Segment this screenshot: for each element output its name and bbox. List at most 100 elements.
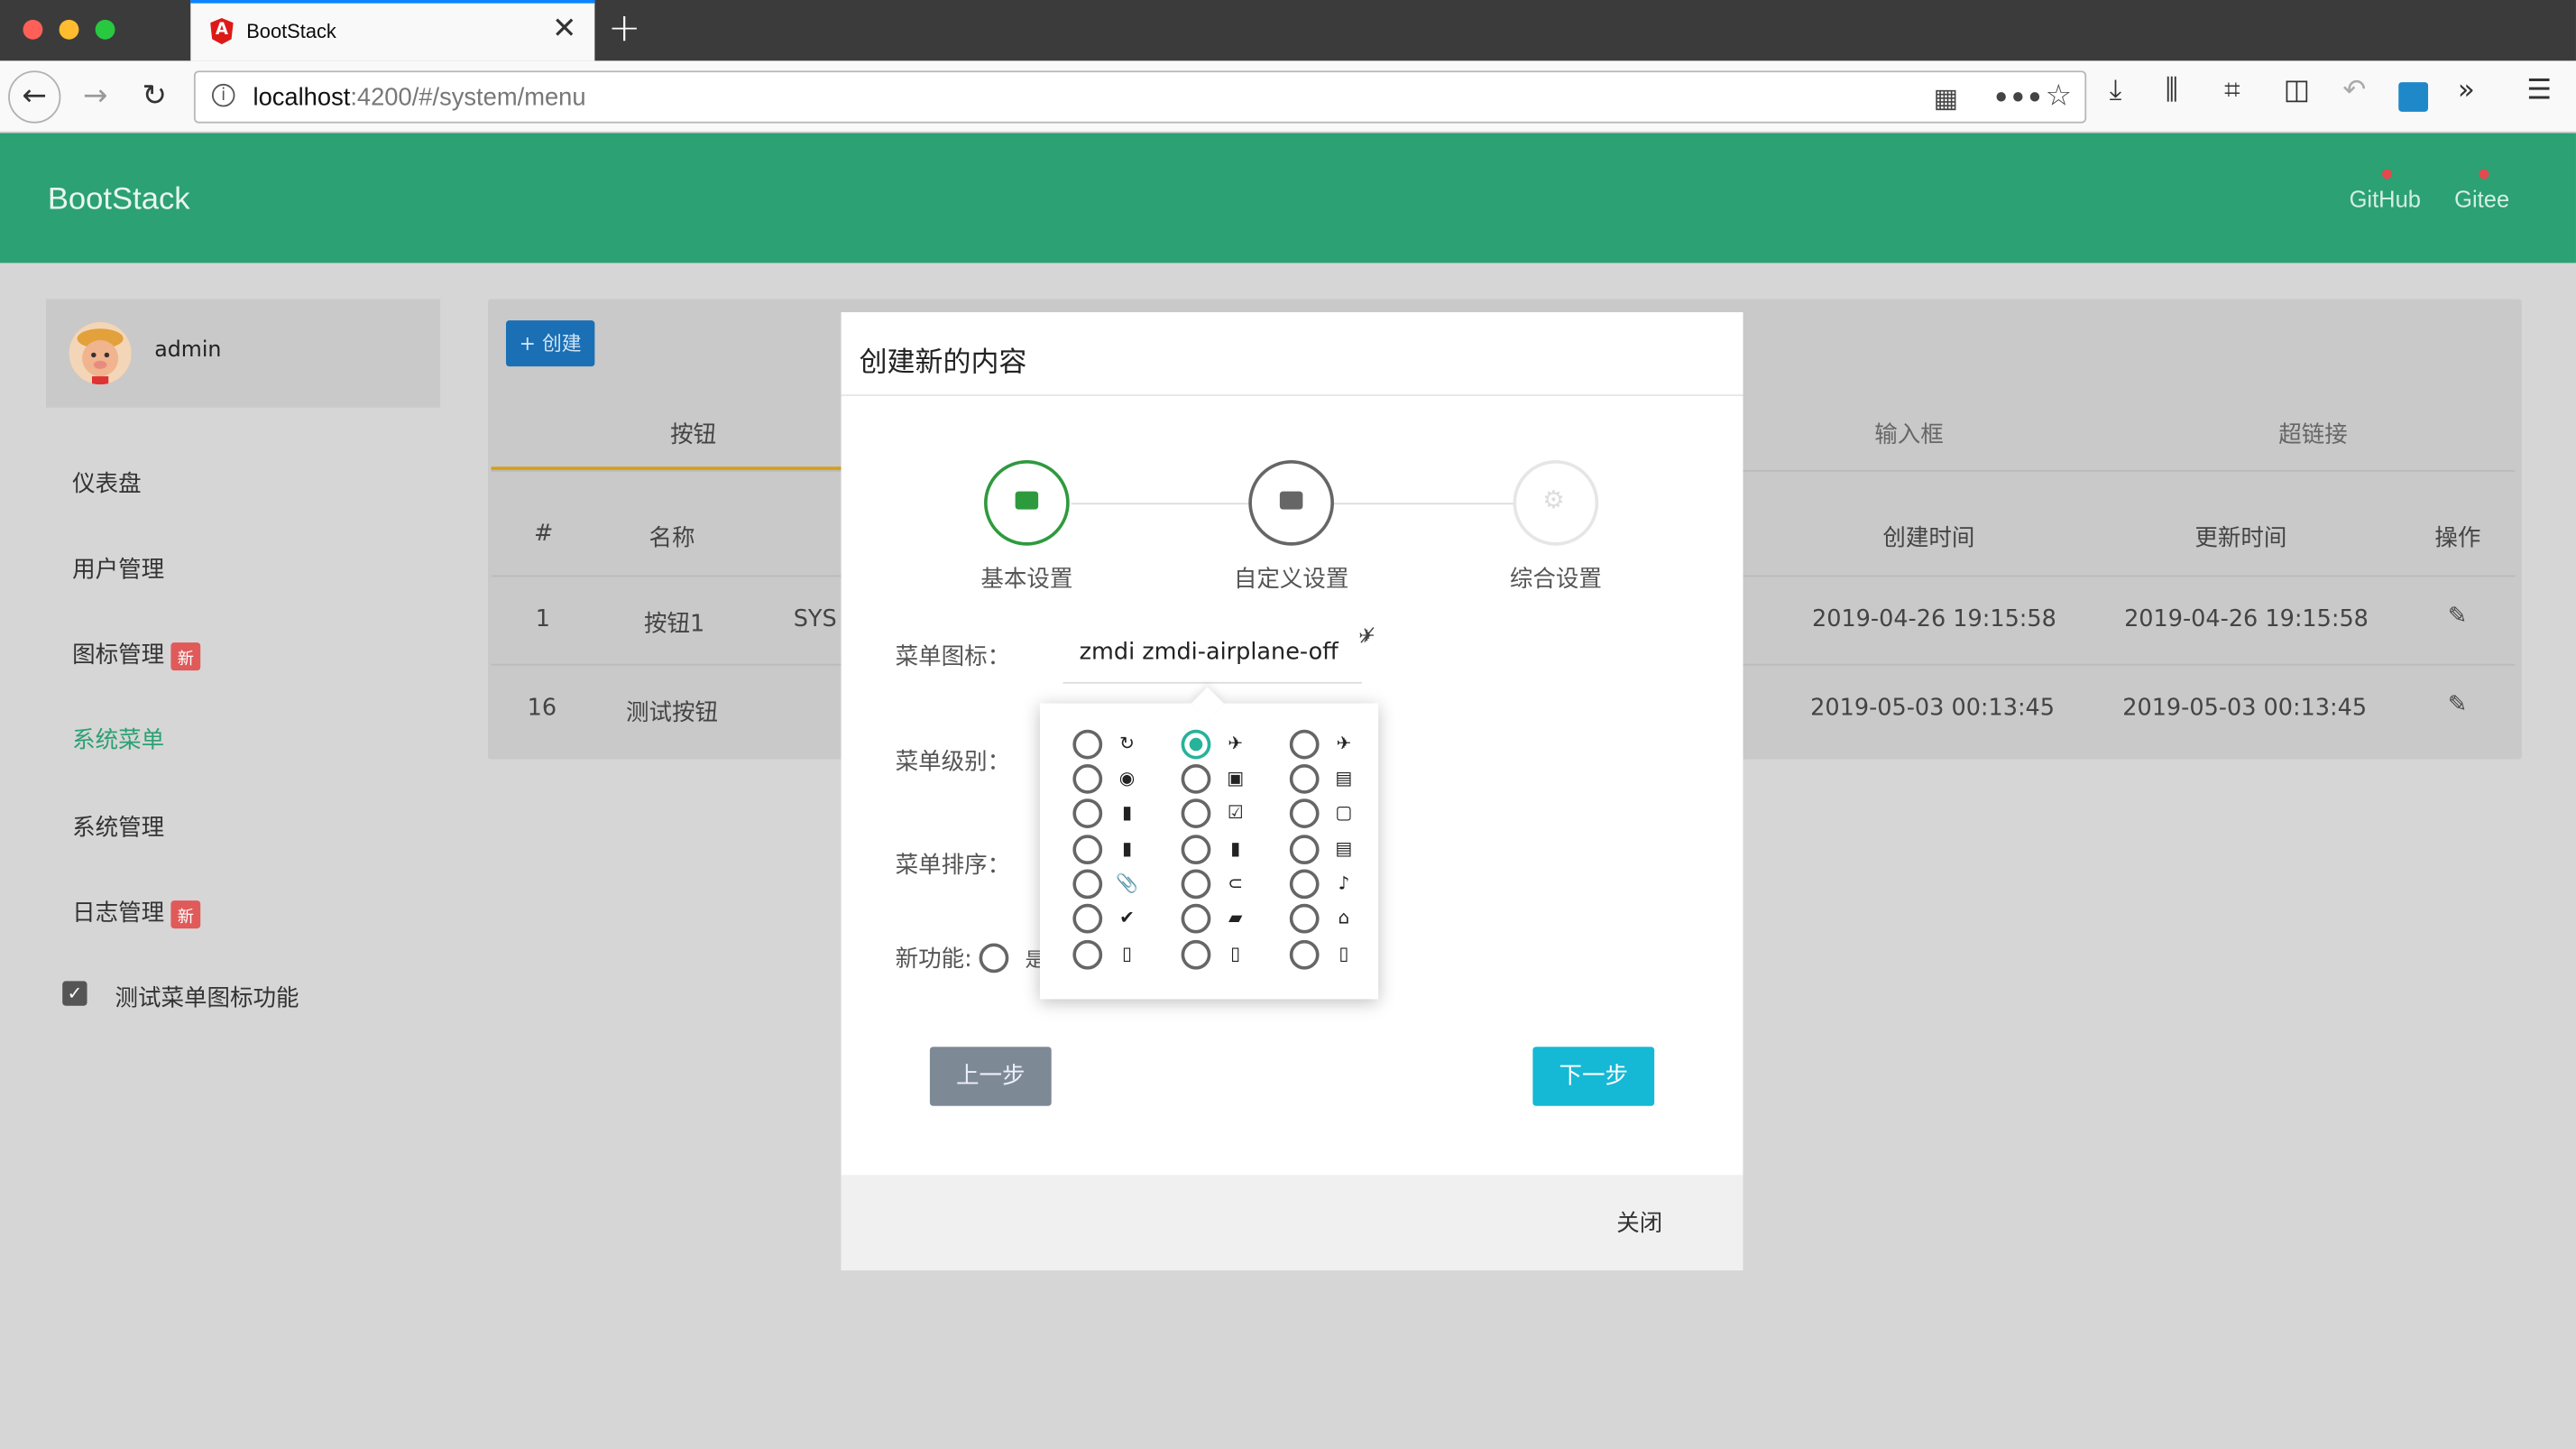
- icon-option-radio[interactable]: [1181, 939, 1211, 970]
- new-badge: 新: [170, 641, 201, 670]
- new-tab-button[interactable]: +: [608, 5, 641, 51]
- icon-option-radio[interactable]: [1181, 729, 1211, 760]
- icon-option-radio[interactable]: [1289, 869, 1320, 900]
- col-updated: 更新时间: [2194, 525, 2287, 552]
- balance-icon: ⌂: [1338, 907, 1350, 929]
- previous-step-button[interactable]: 上一步: [929, 1047, 1052, 1106]
- angular-logo-icon: A: [210, 18, 234, 45]
- sidebar-item-users[interactable]: 用户管理: [72, 552, 164, 585]
- overflow-chevron-icon[interactable]: »: [2458, 74, 2475, 106]
- page-actions-icon[interactable]: •••: [1992, 82, 2043, 114]
- briefcase-icon: [1015, 491, 1039, 510]
- undo-icon[interactable]: ↶: [2342, 74, 2366, 106]
- icon-option-radio[interactable]: [1072, 939, 1103, 970]
- zoom-window-button[interactable]: [95, 19, 115, 40]
- archive-icon: ▣: [1227, 767, 1245, 789]
- icon-option-radio[interactable]: [1289, 729, 1320, 760]
- browser-toolbar: ← → ↻ i localhost:4200/#/system/menu ▦ •…: [0, 60, 2576, 134]
- step-basic[interactable]: [984, 459, 1070, 546]
- github-link[interactable]: GitHub: [2350, 186, 2421, 212]
- qr-code-icon[interactable]: ▦: [1934, 82, 1959, 114]
- step-label: 自定义设置: [1233, 567, 1349, 594]
- icon-input[interactable]: zmdi zmdi-airplane-off: [1080, 640, 1339, 666]
- attachment-icon: ⊂: [1228, 872, 1244, 894]
- icon-option-radio[interactable]: [1072, 729, 1103, 760]
- icon-option-radio[interactable]: [1181, 763, 1211, 794]
- modal-title: 创建新的内容: [859, 346, 1027, 380]
- briefcase-icon: [1279, 491, 1303, 510]
- icon-option-radio[interactable]: [1289, 939, 1320, 970]
- edit-icon[interactable]: ✎: [2448, 603, 2467, 629]
- sidebar-item-test-icon[interactable]: 测试菜单图标功能: [115, 981, 299, 1013]
- sidebar-item-dashboard[interactable]: 仪表盘: [72, 466, 141, 499]
- step-custom[interactable]: [1248, 459, 1334, 546]
- info-icon[interactable]: i: [211, 83, 235, 107]
- icon-option-radio[interactable]: [1289, 763, 1320, 794]
- app-header: BootStack GitHub Gitee: [0, 133, 2576, 263]
- icon-option-radio[interactable]: [1289, 798, 1320, 828]
- bookmark-star-icon[interactable]: ☆: [2046, 78, 2072, 113]
- badge-check-icon: ✔: [1119, 907, 1135, 929]
- assignment-check-icon: ☑: [1227, 801, 1244, 824]
- sidebar-item-system-admin[interactable]: 系统管理: [72, 810, 164, 843]
- sort-label: 菜单排序：: [895, 853, 1011, 880]
- notification-dot: [2479, 169, 2489, 180]
- col-actions: 操作: [2434, 525, 2481, 552]
- icon-option-radio[interactable]: [1289, 835, 1320, 865]
- create-button[interactable]: + 创建: [505, 320, 595, 367]
- download-icon[interactable]: ⤓: [2110, 74, 2122, 106]
- airplane-off-icon: ✈: [1228, 733, 1244, 755]
- icon-option-radio[interactable]: [1072, 835, 1103, 865]
- icon-option-radio[interactable]: [1181, 798, 1211, 828]
- icon-option-radio[interactable]: [1072, 798, 1103, 828]
- next-step-button[interactable]: 下一步: [1532, 1047, 1655, 1106]
- user-card[interactable]: admin: [45, 299, 441, 408]
- col-name: 名称: [649, 525, 695, 552]
- edit-icon[interactable]: ✎: [2448, 692, 2467, 718]
- assignment-return-icon: ▮: [1121, 837, 1133, 860]
- airplane-off-icon: ✈̸: [1358, 624, 1375, 648]
- feature-radio[interactable]: [979, 943, 1009, 974]
- assignment-alert-icon: ▮: [1121, 801, 1133, 824]
- url-bar[interactable]: i localhost:4200/#/system/menu ▦ ••• ☆: [193, 70, 2087, 124]
- minimize-window-button[interactable]: [59, 19, 79, 40]
- tab-links[interactable]: 超链接: [2278, 418, 2347, 450]
- tab-title: BootStack: [246, 19, 336, 43]
- screenshot-crop-icon[interactable]: ⌗: [2224, 74, 2240, 106]
- icon-option-radio[interactable]: [1181, 835, 1211, 865]
- icon-option-radio[interactable]: [1072, 763, 1103, 794]
- assignment-o-icon: ▢: [1335, 801, 1353, 824]
- close-window-button[interactable]: [23, 19, 43, 40]
- icon-picker: ↻ ✈ ✈ ◉ ▣ ▤ ▮ ☑ ▢ ▮ ▮ ▤ 📎 ⊂ ♪ ✔ ▰ ⌂ ▯ ▯ ▯: [1039, 687, 1379, 1000]
- assignment-icon: ▤: [1335, 837, 1353, 860]
- sidebar-item-icons[interactable]: 图标管理新: [72, 638, 201, 670]
- icon-option-radio[interactable]: [1289, 903, 1320, 934]
- icon-option-radio[interactable]: [1181, 869, 1211, 900]
- sidebar-item-logs[interactable]: 日志管理新: [72, 896, 201, 928]
- gitee-link[interactable]: Gitee: [2454, 186, 2509, 212]
- back-button[interactable]: ←: [8, 70, 61, 124]
- icon-option-radio[interactable]: [1181, 903, 1211, 934]
- icon-grid: ↻ ✈ ✈ ◉ ▣ ▤ ▮ ☑ ▢ ▮ ▮ ▤ 📎 ⊂ ♪ ✔ ▰ ⌂ ▯ ▯ ▯: [1040, 704, 1378, 1000]
- library-icon[interactable]: ⫼: [2166, 74, 2178, 106]
- close-button[interactable]: 关闭: [1616, 1206, 1662, 1239]
- forward-button[interactable]: →: [69, 70, 121, 123]
- col-id: #: [533, 521, 554, 548]
- tab-buttons[interactable]: 按钮: [670, 418, 716, 450]
- browser-tab[interactable]: A BootStack ✕: [190, 0, 595, 61]
- sidebar-item-system-menu[interactable]: 系统菜单: [72, 723, 164, 755]
- step-general[interactable]: ⚙: [1513, 459, 1599, 546]
- extension-icon[interactable]: [2398, 82, 2429, 112]
- sidebar-toggle-icon[interactable]: ◫: [2284, 74, 2310, 106]
- check-icon: ✓: [62, 981, 87, 1006]
- reload-button[interactable]: ↻: [128, 70, 180, 123]
- close-tab-icon[interactable]: ✕: [552, 12, 576, 46]
- hamburger-menu-icon[interactable]: ☰: [2526, 74, 2552, 106]
- new-badge: 新: [170, 900, 201, 928]
- assignment-account-icon: ▤: [1335, 767, 1353, 789]
- icon-option-radio[interactable]: [1072, 869, 1103, 900]
- icon-option-radio[interactable]: [1072, 903, 1103, 934]
- tab-inputs[interactable]: 输入框: [1874, 418, 1943, 450]
- brand-logo[interactable]: BootStack: [48, 182, 190, 218]
- audio-icon: ♪: [1338, 872, 1350, 894]
